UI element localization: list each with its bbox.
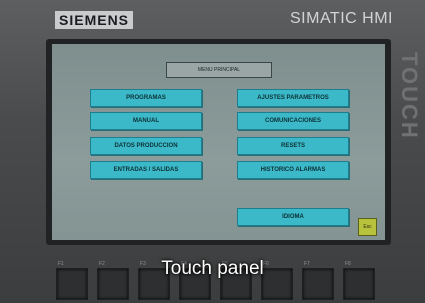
esc-button[interactable]: Esc (358, 218, 377, 236)
hmi-device: SIEMENS SIMATIC HMI TOUCH MENU PRINCIPAL… (0, 0, 425, 303)
programas-button[interactable]: PROGRAMAS (90, 89, 202, 107)
ajustes-parametros-button[interactable]: AJUSTES PARAMETROS (237, 89, 349, 107)
historico-alarmas-button[interactable]: HISTORICO ALARMAS (237, 161, 349, 179)
model-label: SIMATIC HMI (290, 10, 393, 27)
entradas-salidas-button[interactable]: ENTRADAS / SALIDAS (90, 161, 202, 179)
caption-text: Touch panel (161, 258, 264, 279)
manual-button[interactable]: MANUAL (90, 112, 202, 130)
comunicaciones-button[interactable]: COMUNICACIONES (237, 112, 349, 130)
datos-produccion-button[interactable]: DATOS PRODUCCION (90, 137, 202, 155)
brand-logo: SIEMENS (55, 11, 134, 29)
resets-button[interactable]: RESETS (237, 137, 349, 155)
idioma-button[interactable]: IDIOMA (237, 208, 349, 226)
touch-side-logo: TOUCH (397, 52, 422, 140)
menu-title: MENU PRINCIPAL (166, 62, 272, 78)
